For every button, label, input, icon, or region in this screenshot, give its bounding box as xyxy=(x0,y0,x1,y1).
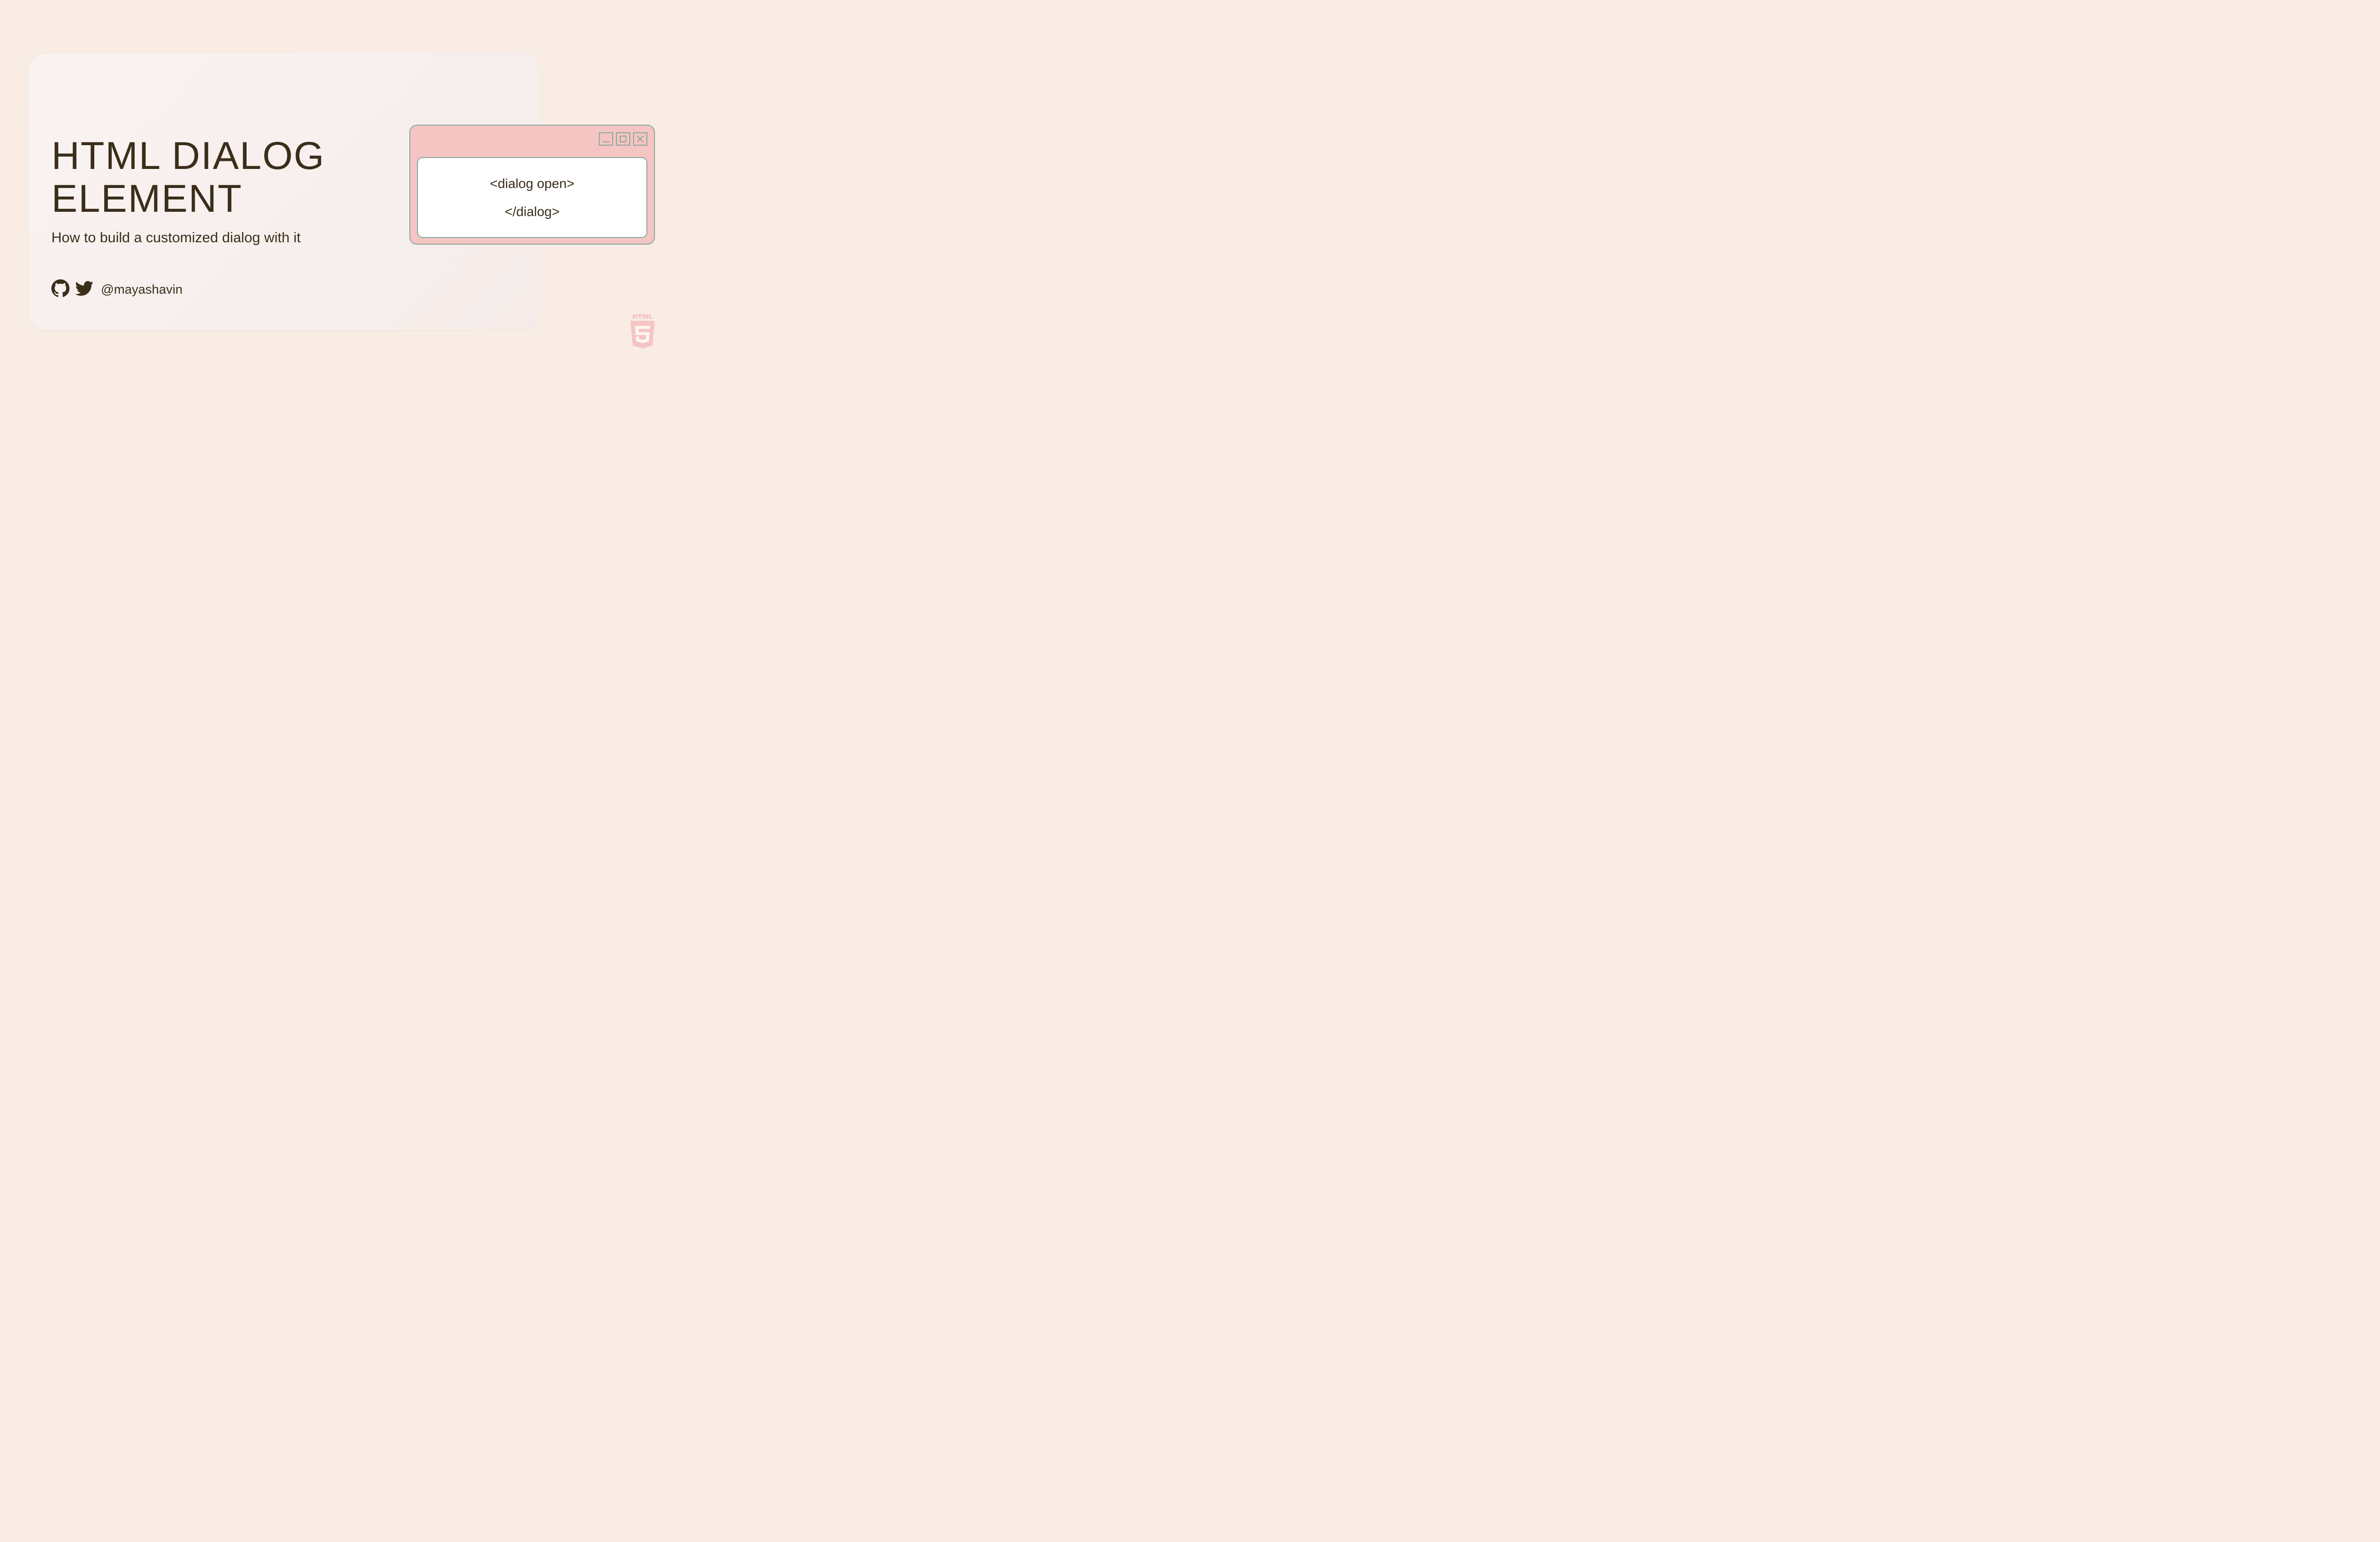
title-line-2: ELEMENT xyxy=(51,177,242,220)
html5-logo-icon xyxy=(625,310,660,353)
title-line-1: HTML DIALOG xyxy=(51,134,325,178)
dialog-window-illustration: <dialog open> </dialog> xyxy=(409,125,655,245)
social-handle: @mayashavin xyxy=(101,282,182,297)
minimize-icon xyxy=(599,132,613,146)
code-open-tag: <dialog open> xyxy=(490,176,575,191)
close-icon xyxy=(633,132,647,146)
code-close-tag: </dialog> xyxy=(505,204,559,219)
github-icon[interactable] xyxy=(51,279,69,300)
social-links: @mayashavin xyxy=(51,279,517,300)
maximize-icon xyxy=(616,132,630,146)
dialog-content: <dialog open> </dialog> xyxy=(417,157,647,238)
dialog-titlebar xyxy=(410,126,654,152)
twitter-icon[interactable] xyxy=(75,279,93,300)
